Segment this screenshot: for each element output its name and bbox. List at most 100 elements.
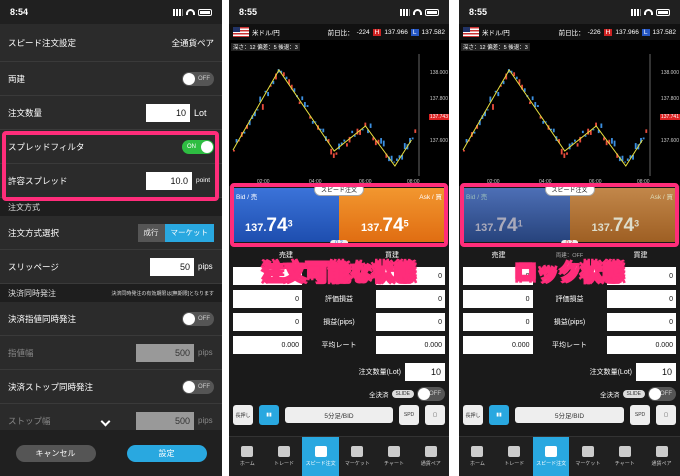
limit-width-label: 指値幅 bbox=[8, 347, 34, 358]
candle bbox=[256, 109, 259, 111]
chart-mode-icon[interactable]: ▮▮ bbox=[259, 405, 279, 425]
candle bbox=[332, 153, 335, 158]
signal-icon bbox=[631, 8, 641, 16]
candle bbox=[403, 143, 406, 150]
wifi-icon bbox=[186, 9, 195, 15]
axis-price-2: 137.800 bbox=[429, 96, 448, 102]
timeframe-select[interactable]: 5分足/BID bbox=[285, 407, 393, 423]
order-quantity: 注文数量(Lot) 10 bbox=[359, 363, 445, 381]
settings-header: スピード注文設定 全通貨ペア bbox=[0, 24, 222, 62]
candle bbox=[611, 138, 613, 144]
nav-market[interactable]: マーケット bbox=[339, 437, 376, 476]
candle bbox=[634, 143, 637, 150]
table-row: 0.000 平均レート 0.000 bbox=[233, 335, 445, 355]
table-row: 0 評価損益 0 bbox=[233, 289, 445, 309]
candle bbox=[624, 161, 627, 163]
hedge-row: 両建 OFF bbox=[0, 62, 222, 96]
nav-home[interactable]: ホーム bbox=[229, 437, 266, 476]
nav-trade[interactable]: トレード bbox=[266, 437, 303, 476]
prev-diff: -224 bbox=[356, 28, 370, 36]
nav-chart[interactable]: チャート bbox=[376, 437, 413, 476]
window-icon[interactable]: ▢ bbox=[425, 405, 445, 425]
method-select-label: 注文方式選択 bbox=[8, 227, 60, 238]
price-chart[interactable]: 深さ：12 偏差：5 後退：3 138.000 137.800 137.743 … bbox=[229, 40, 449, 186]
pairs-icon bbox=[424, 446, 437, 457]
chart-icon bbox=[618, 446, 631, 457]
cancel-button[interactable]: キャンセル bbox=[15, 444, 96, 462]
slide-toggle[interactable]: SLIDE bbox=[622, 390, 645, 398]
chart-mode-icon[interactable]: ▮▮ bbox=[489, 405, 509, 425]
bottom-nav: ホーム トレード スピード注文 マーケット チャート 通貨ペア bbox=[459, 436, 680, 476]
confirm-button[interactable]: 設定 bbox=[126, 444, 207, 462]
status-time: 8:55 bbox=[239, 7, 258, 17]
slippage-label: スリッページ bbox=[8, 261, 59, 272]
market-order-option[interactable]: 成行 bbox=[137, 223, 165, 242]
candle bbox=[563, 153, 566, 158]
limit-width-input[interactable]: 500 bbox=[136, 343, 194, 362]
nav-speed[interactable]: スピード注文 bbox=[302, 437, 340, 476]
window-icon[interactable]: ▢ bbox=[656, 405, 676, 425]
hedge-toggle[interactable]: OFF bbox=[182, 71, 214, 86]
candle bbox=[626, 158, 629, 161]
market-icon bbox=[581, 446, 594, 457]
candle bbox=[576, 143, 579, 147]
pair-bar[interactable]: 米ドル/円 前日比： -224 H 137.966 L 137.582 bbox=[229, 24, 449, 40]
pair-scope-button[interactable]: 全通貨ペア bbox=[171, 37, 214, 49]
speed-order-screen-active: 8:55 米ドル/円 前日比： -224 H 137.966 L 137.582 深さ… bbox=[229, 0, 449, 476]
limit-settle-toggle[interactable]: OFF bbox=[182, 311, 214, 326]
market-option[interactable]: マーケット bbox=[164, 223, 214, 242]
spd-settings-icon[interactable]: SPD bbox=[399, 405, 419, 425]
stop-width-input[interactable]: 500 bbox=[136, 411, 194, 430]
spd-settings-icon[interactable]: SPD bbox=[630, 405, 650, 425]
candle bbox=[330, 148, 333, 155]
nav-pairs[interactable]: 通貨ペア bbox=[412, 437, 449, 476]
slippage-row: スリッページ 50 pips bbox=[0, 250, 222, 284]
status-bar: 8:54 bbox=[0, 0, 222, 24]
nav-pairs[interactable]: 通貨ペア bbox=[643, 437, 680, 476]
low-price: 137.582 bbox=[421, 28, 446, 36]
candle-chart bbox=[232, 54, 420, 176]
timeframe-select[interactable]: 5分足/BID bbox=[515, 407, 624, 423]
table-row: 0 損益(pips) 0 bbox=[463, 312, 676, 332]
page-title: スピード注文設定 bbox=[8, 37, 77, 48]
us-flag-icon bbox=[463, 27, 479, 37]
home-icon bbox=[471, 446, 484, 457]
slide-toggle[interactable]: SLIDE bbox=[391, 390, 414, 398]
lock-icon[interactable]: 長押し bbox=[233, 405, 253, 425]
quantity-input[interactable]: 10 bbox=[146, 103, 190, 122]
highlight-box bbox=[2, 131, 219, 201]
candle bbox=[574, 139, 576, 142]
highlight-box bbox=[460, 183, 679, 247]
candle bbox=[335, 152, 338, 155]
nav-home[interactable]: ホーム bbox=[459, 437, 496, 476]
price-chart[interactable]: 深さ：12 偏差：5 後退：3 138.000 137.800 137.741 … bbox=[459, 40, 680, 186]
bottom-nav: ホーム トレード スピード注文 マーケット チャート 通貨ペア bbox=[229, 436, 449, 476]
candle bbox=[369, 123, 372, 128]
candle bbox=[351, 130, 354, 134]
slippage-input[interactable]: 50 bbox=[150, 257, 194, 276]
nav-speed[interactable]: スピード注文 bbox=[532, 437, 570, 476]
order-quantity-input[interactable]: 10 bbox=[636, 363, 676, 381]
axis-price-1: 138.000 bbox=[429, 70, 448, 76]
wifi-icon bbox=[413, 9, 422, 15]
wifi-icon bbox=[644, 9, 653, 15]
candle bbox=[537, 105, 539, 107]
candle bbox=[492, 104, 494, 110]
nav-trade[interactable]: トレード bbox=[496, 437, 533, 476]
indicator-label: 深さ：12 偏差：5 後退：3 bbox=[461, 43, 530, 51]
candle bbox=[560, 148, 563, 155]
nav-market[interactable]: マーケット bbox=[569, 437, 606, 476]
candle bbox=[311, 121, 314, 124]
nav-chart[interactable]: チャート bbox=[606, 437, 643, 476]
tool-row: 長押し ▮▮ 5分足/BID SPD ▢ bbox=[463, 402, 676, 428]
lock-icon[interactable]: 長押し bbox=[463, 405, 483, 425]
order-quantity-input[interactable]: 10 bbox=[405, 363, 445, 381]
stop-settle-toggle[interactable]: OFF bbox=[182, 379, 214, 394]
candle bbox=[486, 109, 489, 111]
high-price: 137.966 bbox=[615, 28, 639, 36]
candle bbox=[497, 92, 500, 97]
candle bbox=[414, 129, 417, 133]
pair-bar[interactable]: 米ドル/円 前日比： -226 H 137.966 L 137.582 bbox=[459, 24, 680, 40]
close-all-row: 全決済 SLIDE OFF bbox=[369, 387, 445, 401]
status-bar: 8:55 bbox=[459, 0, 680, 24]
